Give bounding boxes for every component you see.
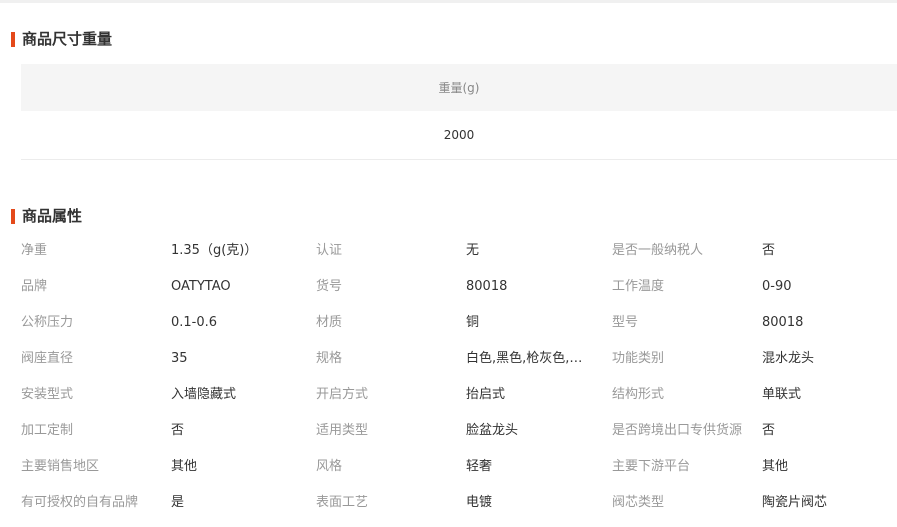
- attribute-row: 净重 1.35（g(克)） 认证 无 是否一般纳税人 否: [0, 233, 897, 269]
- attr-value: 35: [171, 351, 188, 366]
- attr-value: 白色,黑色,枪灰色,拉丝金,拉丝: [466, 351, 588, 366]
- attr-value: 无: [466, 243, 480, 258]
- attr-value: 否: [171, 423, 185, 438]
- attr-value: 单联式: [762, 387, 802, 402]
- weight-column-header: 重量(g): [21, 64, 897, 111]
- attr-label: 主要下游平台: [612, 459, 691, 474]
- attr-label: 开启方式: [316, 387, 369, 402]
- attr-value: 否: [762, 423, 776, 438]
- attr-value: 80018: [762, 315, 804, 330]
- size-section-title-text: 商品尺寸重量: [22, 30, 113, 48]
- attribute-grid: 净重 1.35（g(克)） 认证 无 是否一般纳税人 否 品牌 OATYTAO …: [0, 233, 897, 521]
- attr-label: 安装型式: [21, 387, 74, 402]
- attr-value: 轻奢: [466, 459, 493, 474]
- accent-bar: [11, 31, 15, 47]
- attr-value: 否: [762, 243, 776, 258]
- size-weight-table: 重量(g) 2000: [21, 64, 897, 160]
- attribute-row: 加工定制 否 适用类型 脸盆龙头 是否跨境出口专供货源 否: [0, 413, 897, 449]
- attr-label: 认证: [316, 243, 343, 258]
- attribute-row: 安装型式 入墙隐藏式 开启方式 抬启式 结构形式 单联式: [0, 377, 897, 413]
- attr-label: 品牌: [21, 279, 48, 294]
- top-divider: [0, 0, 897, 3]
- attr-value: 其他: [171, 459, 198, 474]
- attr-value: 陶瓷片阀芯: [762, 495, 828, 510]
- attr-label: 有可授权的自有品牌: [21, 495, 139, 510]
- attr-label: 表面工艺: [316, 495, 369, 510]
- attr-label: 型号: [612, 315, 639, 330]
- attr-label: 公称压力: [21, 315, 74, 330]
- attribute-row: 主要销售地区 其他 风格 轻奢 主要下游平台 其他: [0, 449, 897, 485]
- attr-label: 加工定制: [21, 423, 74, 438]
- attr-label: 是否一般纳税人: [612, 243, 704, 258]
- attr-value: 是: [171, 495, 185, 510]
- attr-label: 阀芯类型: [612, 495, 665, 510]
- attr-label: 功能类别: [612, 351, 665, 366]
- size-section-title: 商品尺寸重量: [11, 30, 112, 48]
- attr-value: 1.35（g(克)）: [171, 243, 258, 258]
- attribute-row: 阀座直径 35 规格 白色,黑色,枪灰色,拉丝金,拉丝 功能类别 混水龙头: [0, 341, 897, 377]
- attr-value: 铜: [466, 315, 480, 330]
- attribute-row: 公称压力 0.1-0.6 材质 铜 型号 80018: [0, 305, 897, 341]
- attr-value: OATYTAO: [171, 279, 231, 294]
- attr-label: 风格: [316, 459, 343, 474]
- attr-value: 0-90: [762, 279, 792, 294]
- attr-section-title-text: 商品属性: [22, 207, 83, 225]
- attr-value: 电镀: [466, 495, 493, 510]
- attr-label: 主要销售地区: [21, 459, 100, 474]
- attr-label: 阀座直径: [21, 351, 74, 366]
- attr-value: 其他: [762, 459, 789, 474]
- attr-value: 混水龙头: [762, 351, 815, 366]
- attr-label: 是否跨境出口专供货源: [612, 423, 743, 438]
- attr-label: 净重: [21, 243, 48, 258]
- attr-label: 结构形式: [612, 387, 665, 402]
- attr-label: 货号: [316, 279, 343, 294]
- attr-value: 入墙隐藏式: [171, 387, 237, 402]
- attribute-row: 品牌 OATYTAO 货号 80018 工作温度 0-90: [0, 269, 897, 305]
- attribute-row: 有可授权的自有品牌 是 表面工艺 电镀 阀芯类型 陶瓷片阀芯: [0, 485, 897, 521]
- attr-label: 工作温度: [612, 279, 665, 294]
- product-detail-page: 商品尺寸重量 重量(g) 2000 商品属性 净重 1.35（g(克)） 认证 …: [0, 0, 897, 527]
- attr-label: 材质: [316, 315, 343, 330]
- attr-label: 规格: [316, 351, 343, 366]
- attr-value: 脸盆龙头: [466, 423, 519, 438]
- attr-value: 0.1-0.6: [171, 315, 218, 330]
- attr-section-title: 商品属性: [11, 207, 82, 225]
- attr-label: 适用类型: [316, 423, 369, 438]
- accent-bar: [11, 208, 15, 224]
- weight-value-cell: 2000: [21, 111, 897, 160]
- attr-value: 抬启式: [466, 387, 506, 402]
- attr-value: 80018: [466, 279, 508, 294]
